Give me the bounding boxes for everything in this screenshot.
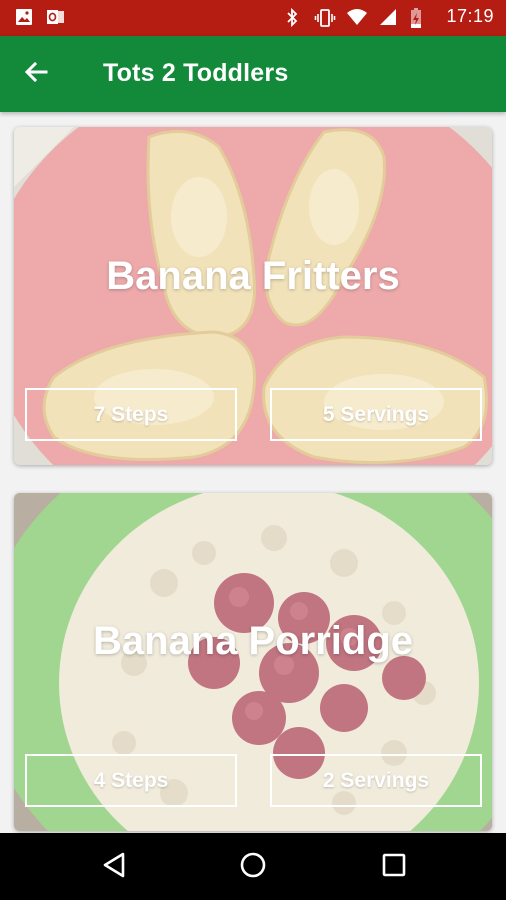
wifi-icon (346, 7, 368, 27)
nav-back-button[interactable] (84, 847, 144, 887)
servings-button[interactable]: 2 Servings (270, 754, 482, 807)
page-title: Tots 2 Toddlers (103, 59, 289, 87)
back-button[interactable] (16, 56, 56, 92)
servings-button[interactable]: 5 Servings (270, 388, 482, 441)
recipe-list[interactable]: Banana Fritters 7 Steps 5 Servings Banan… (0, 112, 506, 833)
recipe-title: Banana Porridge (92, 619, 414, 663)
nav-recents-button[interactable] (364, 847, 424, 887)
battery-charging-icon (410, 7, 430, 28)
notification-icons (14, 7, 66, 27)
status-bar: 17:19 (0, 0, 506, 36)
steps-button[interactable]: 4 Steps (25, 754, 237, 807)
nav-home-icon (239, 851, 267, 884)
nav-home-button[interactable] (223, 847, 283, 887)
nav-recents-icon (381, 852, 407, 883)
bluetooth-icon (282, 7, 302, 27)
steps-button[interactable]: 7 Steps (25, 388, 237, 441)
recipe-card[interactable]: Banana Porridge 4 Steps 2 Servings (14, 493, 492, 831)
recipe-card[interactable]: Banana Fritters 7 Steps 5 Servings (14, 127, 492, 465)
nav-back-icon (101, 851, 127, 884)
navigation-bar (0, 833, 506, 900)
vibrate-icon (314, 7, 336, 27)
recipe-title: Banana Fritters (106, 254, 400, 298)
outlook-icon (46, 7, 66, 27)
app-bar: Tots 2 Toddlers (0, 36, 506, 112)
arrow-back-icon (22, 58, 50, 91)
system-icons: 17:19 (282, 6, 494, 28)
image-icon (14, 7, 34, 27)
signal-icon (378, 7, 398, 27)
status-clock: 17:19 (446, 6, 494, 26)
